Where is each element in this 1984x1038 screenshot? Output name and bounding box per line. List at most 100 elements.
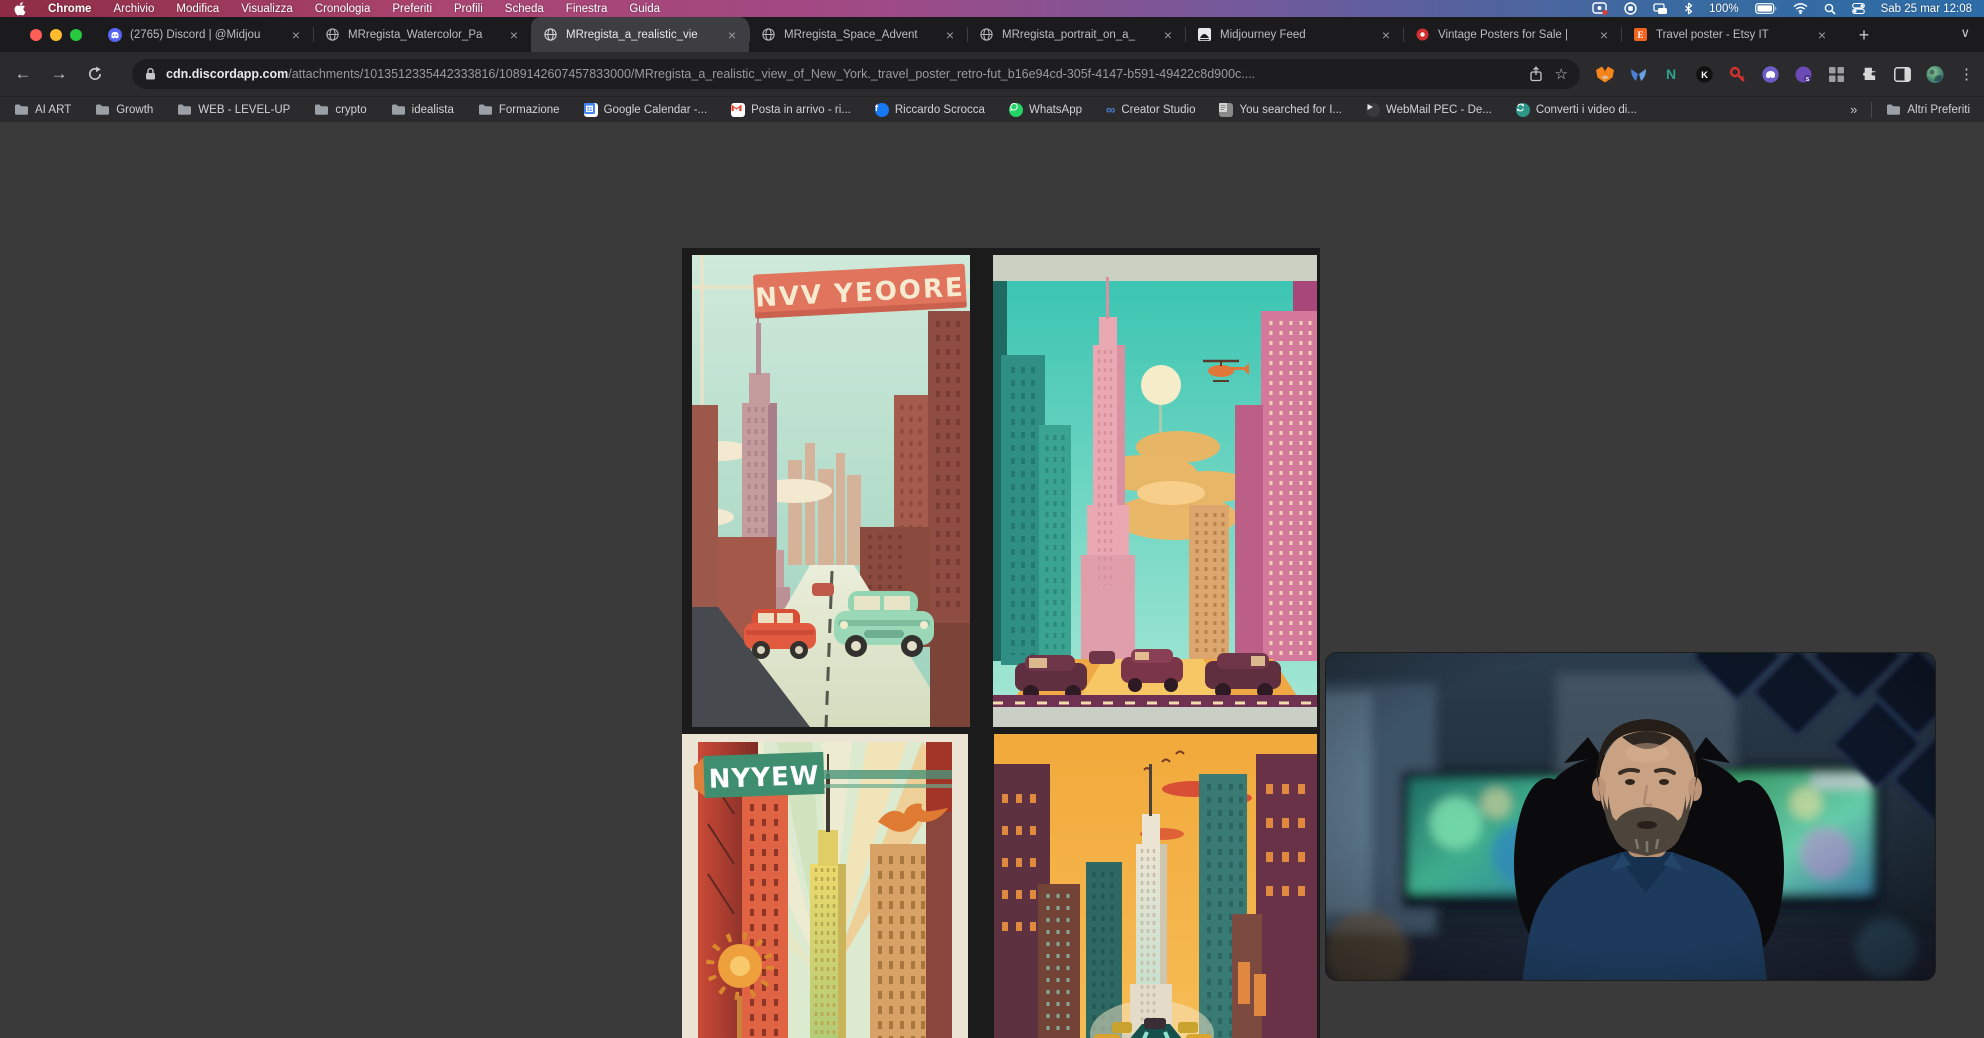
- new-tab-button[interactable]: +: [1852, 23, 1876, 47]
- phantom-extension-icon[interactable]: [1761, 65, 1779, 83]
- minimize-window-button[interactable]: [50, 29, 62, 41]
- menu-item-preferiti[interactable]: Preferiti: [392, 3, 432, 15]
- tab-watercolor[interactable]: MRregista_Watercolor_Pa ×: [313, 17, 531, 52]
- close-icon[interactable]: ×: [943, 27, 957, 43]
- bookmark-growth[interactable]: Growth: [95, 103, 153, 116]
- tab-vintage-posters[interactable]: Vintage Posters for Sale | ×: [1403, 17, 1621, 52]
- maximize-window-button[interactable]: [70, 29, 82, 41]
- back-button[interactable]: ←: [10, 64, 36, 84]
- menu-item-archivio[interactable]: Archivio: [113, 3, 154, 15]
- screen-record-icon[interactable]: [1592, 2, 1608, 15]
- reload-button[interactable]: [82, 64, 108, 84]
- tab-space-adventure[interactable]: MRregista_Space_Advent ×: [749, 17, 967, 52]
- svg-text:31: 31: [586, 107, 592, 113]
- bookmark-creator-studio[interactable]: ∞Creator Studio: [1106, 102, 1195, 117]
- bookmark-other-favorites[interactable]: Altri Preferiti: [1886, 103, 1970, 116]
- tab-discord[interactable]: (2765) Discord | @Midjou ×: [95, 17, 313, 52]
- profile-avatar[interactable]: [1926, 65, 1944, 83]
- bookmark-label: You searched for I...: [1239, 104, 1342, 116]
- close-icon[interactable]: ×: [1597, 27, 1611, 43]
- bookmark-converti-video[interactable]: Converti i video di...: [1516, 103, 1637, 117]
- bookmark-crypto[interactable]: crypto: [314, 103, 366, 116]
- bookmarks-left: AI ART Growth WEB - LEVEL-UP crypto idea…: [0, 102, 1637, 117]
- grid-extension-icon[interactable]: [1827, 65, 1845, 83]
- bookmarks-overflow-chevron[interactable]: »: [1850, 102, 1857, 117]
- close-icon[interactable]: ×: [507, 27, 521, 43]
- poster-title-banner: NYYEW: [693, 752, 824, 799]
- midjourney-grid-image[interactable]: NVV YEOORE: [682, 248, 1320, 1038]
- menu-item-visualizza[interactable]: Visualizza: [241, 3, 293, 15]
- bookmark-gmail[interactable]: Posta in arrivo - ri...: [731, 103, 851, 117]
- menu-item-guida[interactable]: Guida: [629, 3, 660, 15]
- close-icon[interactable]: ×: [1815, 27, 1829, 43]
- poster-top-right[interactable]: [993, 255, 1317, 727]
- tab-realistic-active[interactable]: MRregista_a_realistic_vie ×: [531, 17, 749, 52]
- poster-bottom-left[interactable]: NYYEW: [682, 734, 968, 1038]
- share-icon[interactable]: [1529, 66, 1543, 82]
- bookmarks-separator: [1871, 102, 1872, 118]
- menu-item-profili[interactable]: Profili: [454, 3, 483, 15]
- svg-text:S: S: [1805, 77, 1809, 83]
- menu-item-modifica[interactable]: Modifica: [176, 3, 219, 15]
- close-icon[interactable]: ×: [289, 27, 303, 43]
- close-icon[interactable]: ×: [1161, 27, 1175, 43]
- extensions-puzzle-icon[interactable]: [1860, 65, 1878, 83]
- menu-item-cronologia[interactable]: Cronologia: [315, 3, 371, 15]
- bookmark-google-calendar[interactable]: 31 Google Calendar -...: [584, 103, 708, 117]
- forward-button[interactable]: →: [46, 64, 72, 84]
- bookmarks-bar: AI ART Growth WEB - LEVEL-UP crypto idea…: [0, 96, 1984, 122]
- bookmark-you-searched[interactable]: You searched for I...: [1219, 103, 1342, 117]
- s-purple-extension-icon[interactable]: S: [1794, 65, 1812, 83]
- url-text[interactable]: cdn.discordapp.com/attachments/101351233…: [166, 67, 1520, 81]
- bookmark-web-level-up[interactable]: WEB - LEVEL-UP: [177, 103, 290, 116]
- bookmark-label: Riccardo Scrocca: [895, 104, 985, 116]
- tab-title: (2765) Discord | @Midjou: [130, 29, 281, 41]
- close-window-button[interactable]: [30, 29, 42, 41]
- globe-favicon: [325, 27, 340, 42]
- gmail-icon: [731, 103, 745, 117]
- poster-top-left[interactable]: NVV YEOORE: [692, 255, 970, 727]
- bookmark-facebook[interactable]: fRiccardo Scrocca: [875, 103, 985, 117]
- poster-bottom-right[interactable]: [994, 734, 1317, 1038]
- control-center-icon[interactable]: [1852, 2, 1865, 15]
- apple-icon[interactable]: [14, 2, 26, 16]
- menu-item-scheda[interactable]: Scheda: [505, 3, 544, 15]
- bookmark-whatsapp[interactable]: WhatsApp: [1009, 103, 1082, 117]
- bookmark-label: WEB - LEVEL-UP: [198, 104, 290, 116]
- close-icon[interactable]: ×: [725, 27, 739, 43]
- page-icon: [1219, 103, 1233, 117]
- metamask-extension-icon[interactable]: [1596, 65, 1614, 83]
- address-bar[interactable]: cdn.discordapp.com/attachments/101351233…: [132, 59, 1580, 89]
- battery-percent[interactable]: 100%: [1709, 3, 1738, 15]
- n-extension-icon[interactable]: N: [1662, 65, 1680, 83]
- display-mirroring-icon[interactable]: [1653, 3, 1668, 15]
- bookmark-idealista[interactable]: idealista: [391, 103, 454, 116]
- close-icon[interactable]: ×: [1379, 27, 1393, 43]
- tab-search-chevron-icon[interactable]: ∨: [1960, 25, 1970, 41]
- creator-studio-icon: ∞: [1106, 102, 1115, 117]
- tab-etsy[interactable]: E Travel poster - Etsy IT ×: [1621, 17, 1839, 52]
- menu-item-finestra[interactable]: Finestra: [566, 3, 608, 15]
- bookmark-star-icon[interactable]: ☆: [1555, 65, 1568, 83]
- side-panel-icon[interactable]: [1893, 65, 1911, 83]
- blue-wallet-extension-icon[interactable]: [1629, 65, 1647, 83]
- bookmark-label: Google Calendar -...: [604, 104, 708, 116]
- menu-app-name[interactable]: Chrome: [48, 3, 91, 15]
- tab-portrait[interactable]: MRregista_portrait_on_a_ ×: [967, 17, 1185, 52]
- chrome-toolbar: ← → cdn.discordapp.com/attachments/10135…: [0, 52, 1984, 96]
- webmail-icon: [1366, 103, 1380, 117]
- kraken-extension-icon[interactable]: K: [1695, 65, 1713, 83]
- wifi-icon[interactable]: [1793, 3, 1808, 14]
- macos-menu-bar: Chrome Archivio Modifica Visualizza Cron…: [0, 0, 1984, 17]
- tab-midjourney-feed[interactable]: Midjourney Feed ×: [1185, 17, 1403, 52]
- chrome-menu-icon[interactable]: ⋮: [1959, 65, 1974, 83]
- bookmark-ai-art[interactable]: AI ART: [14, 103, 71, 116]
- record-button-icon[interactable]: [1624, 2, 1637, 15]
- bookmark-webmail-pec[interactable]: WebMail PEC - De...: [1366, 103, 1492, 117]
- bookmark-formazione[interactable]: Formazione: [478, 103, 560, 116]
- menu-bar-status: 100% Sab 25 mar 12:08: [1592, 2, 1984, 15]
- lastpass-key-extension-icon[interactable]: [1728, 65, 1746, 83]
- menu-clock[interactable]: Sab 25 mar 12:08: [1881, 3, 1972, 15]
- bluetooth-icon[interactable]: [1684, 2, 1693, 15]
- spotlight-search-icon[interactable]: [1824, 3, 1836, 15]
